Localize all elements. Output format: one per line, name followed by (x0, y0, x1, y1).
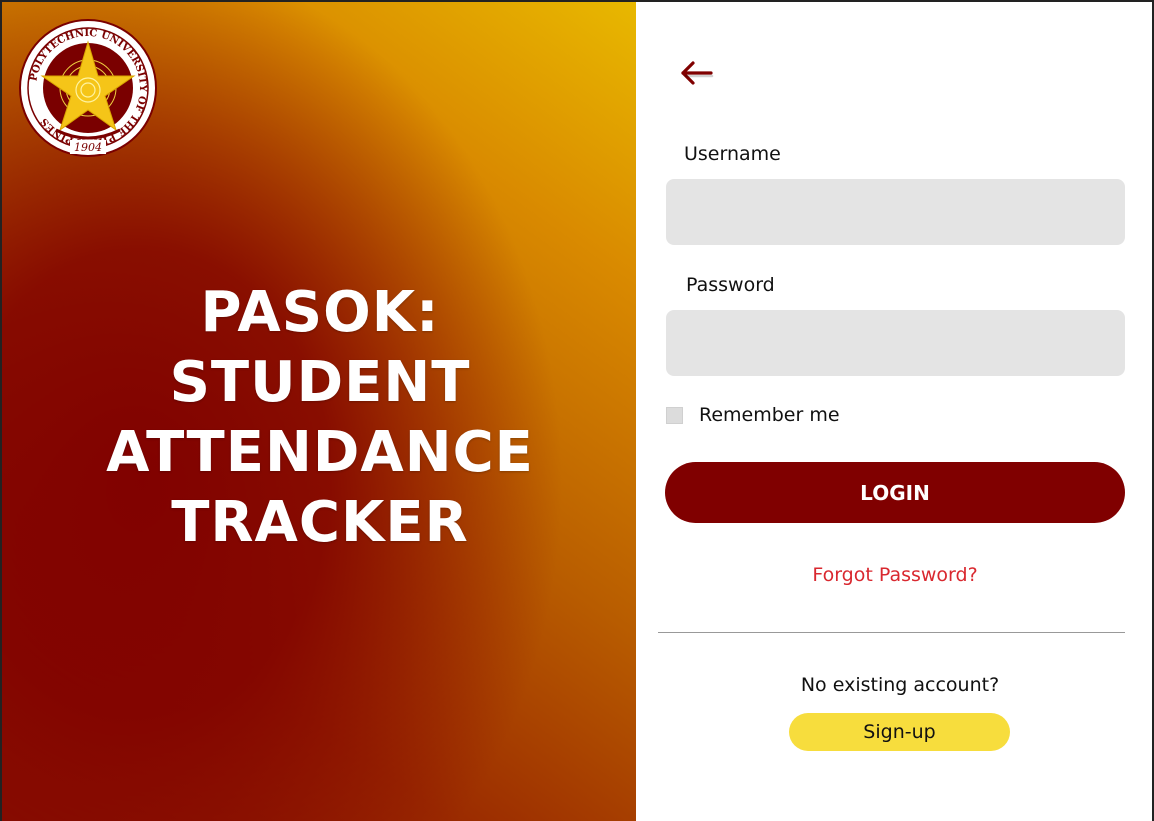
username-label: Username (684, 143, 781, 165)
branding-panel: POLYTECHNIC UNIVERSITY OF THE PHILIPPINE… (0, 2, 636, 821)
logo-year: 1904 (74, 141, 102, 154)
username-input[interactable] (666, 179, 1125, 245)
login-panel: Username Password Remember me LOGIN Forg… (636, 2, 1154, 821)
back-button[interactable] (676, 54, 720, 94)
app-title-line: STUDENT (169, 350, 471, 415)
remember-me-row[interactable]: Remember me (666, 404, 840, 426)
no-account-text: No existing account? (800, 674, 1000, 696)
forgot-password-link[interactable]: Forgot Password? (636, 564, 1154, 586)
app-title-line: PASOK: (200, 280, 440, 345)
app-title: PASOK: STUDENT ATTENDANCE TRACKER (2, 278, 636, 558)
remember-me-checkbox[interactable] (666, 406, 683, 424)
divider (658, 632, 1125, 633)
arrow-left-icon (681, 61, 714, 85)
password-label: Password (686, 274, 775, 296)
pup-seal-icon: POLYTECHNIC UNIVERSITY OF THE PHILIPPINE… (18, 18, 158, 158)
app-title-line: ATTENDANCE (106, 420, 534, 485)
login-button[interactable]: LOGIN (665, 462, 1125, 523)
app-title-line: TRACKER (171, 490, 469, 555)
login-screen: POLYTECHNIC UNIVERSITY OF THE PHILIPPINE… (0, 0, 1154, 821)
signup-button[interactable]: Sign-up (789, 713, 1010, 751)
remember-me-label: Remember me (699, 404, 840, 426)
password-input[interactable] (666, 310, 1125, 376)
